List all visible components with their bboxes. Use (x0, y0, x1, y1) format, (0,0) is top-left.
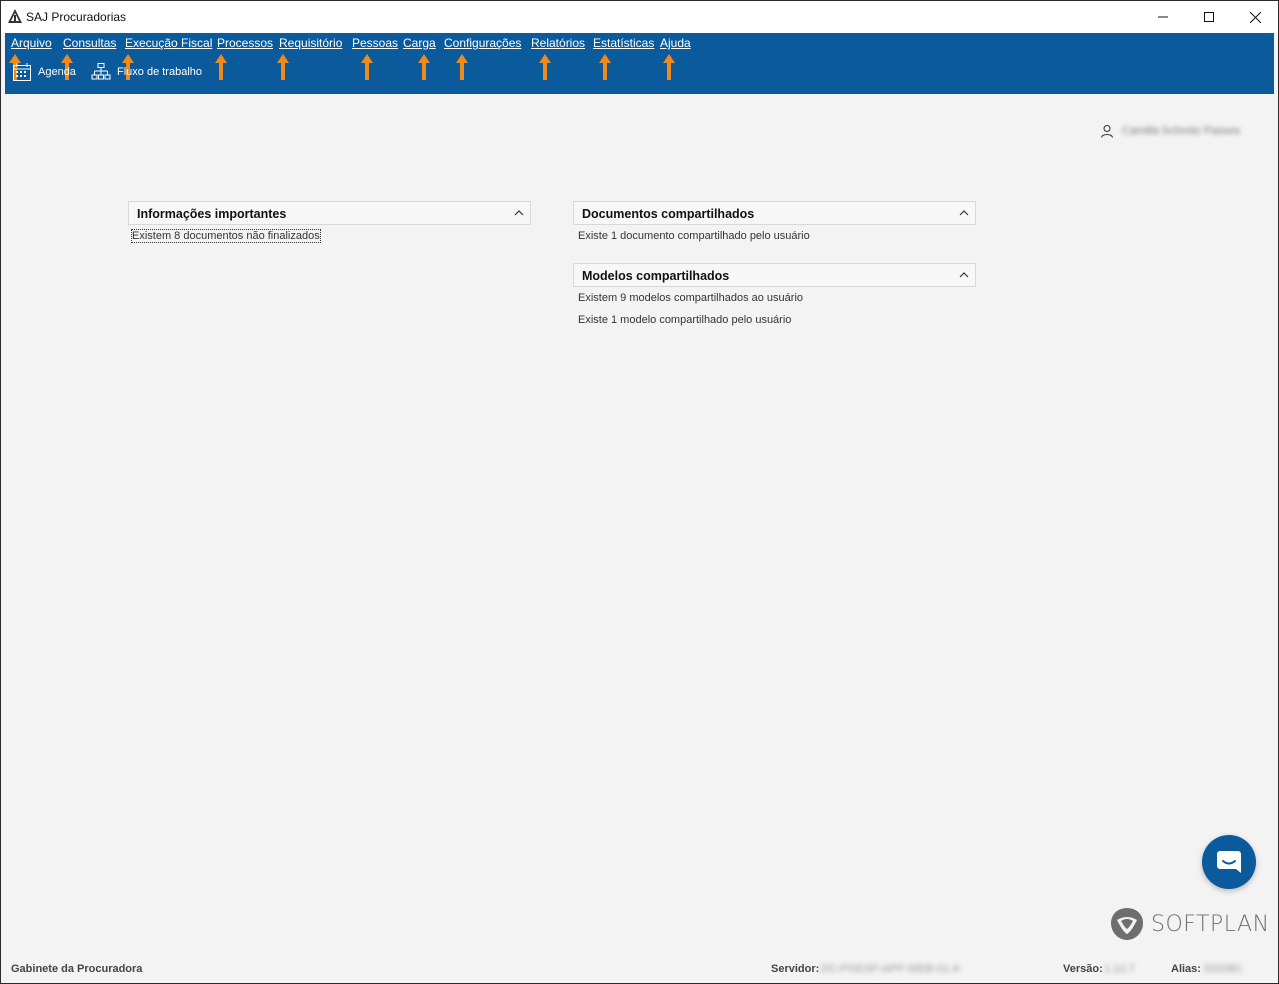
app-logo-icon (8, 9, 22, 23)
menu-pessoas[interactable]: Pessoas (352, 36, 398, 50)
office-name: Gabinete da Procuradora (11, 963, 143, 975)
menu-consultas[interactable]: Consultas (63, 36, 116, 50)
version-label: Versão: (1063, 963, 1103, 975)
shared-document-link[interactable]: Existe 1 documento compartilhado pelo us… (578, 230, 810, 242)
arrow-up-icon (277, 54, 289, 80)
shared-documents-panel: Documentos compartilhados Existe 1 docum… (573, 201, 976, 242)
workflow-button[interactable]: Fluxo de trabalho (91, 61, 202, 83)
shared-models-received-link[interactable]: Existem 9 modelos compartilhados ao usuá… (578, 292, 803, 304)
user-name: Camilla Schmitz Passos (1122, 125, 1240, 137)
close-button[interactable] (1232, 1, 1278, 33)
softplan-wordmark: SOFTPLAN (1151, 911, 1270, 937)
version-value: 1.12.7 (1104, 963, 1135, 975)
menu-carga[interactable]: Carga (403, 36, 436, 50)
menu-requisitorio[interactable]: Requisitório (279, 36, 342, 50)
softplan-logo: SOFTPLAN (1109, 906, 1270, 942)
title-bar: SAJ Procuradorias (1, 1, 1278, 33)
chat-icon (1217, 851, 1241, 873)
menu-ribbon: Arquivo Consultas Execução Fiscal Proces… (5, 33, 1274, 94)
shared-models-sent-link[interactable]: Existe 1 modelo compartilhado pelo usuár… (578, 314, 791, 326)
menu-arquivo[interactable]: Arquivo (11, 36, 52, 50)
menu-ajuda[interactable]: Ajuda (660, 36, 691, 50)
menu-execucao-fiscal[interactable]: Execução Fiscal (125, 36, 212, 50)
minimize-button[interactable] (1140, 1, 1186, 33)
chat-button[interactable] (1202, 835, 1256, 889)
maximize-button[interactable] (1186, 1, 1232, 33)
menu-estatisticas[interactable]: Estatísticas (593, 36, 654, 50)
shared-models-panel: Modelos compartilhados Existem 9 modelos… (573, 263, 976, 326)
unfinished-documents-link[interactable]: Existem 8 documentos não finalizados (131, 229, 321, 243)
close-icon (1249, 11, 1261, 23)
info-panel-title: Informações importantes (137, 207, 287, 221)
shared-models-title: Modelos compartilhados (582, 269, 730, 283)
info-panel-header[interactable]: Informações importantes (128, 201, 531, 225)
shared-documents-header[interactable]: Documentos compartilhados (573, 201, 976, 225)
arrow-up-icon (418, 54, 430, 80)
maximize-icon (1204, 12, 1214, 22)
shared-documents-title: Documentos compartilhados (582, 207, 755, 221)
server-label: Servidor: (771, 963, 820, 975)
chevron-up-icon[interactable] (959, 271, 969, 279)
shared-models-header[interactable]: Modelos compartilhados (573, 263, 976, 287)
calendar-icon (13, 63, 31, 81)
user-icon (1101, 125, 1113, 138)
arrow-up-icon (663, 54, 675, 80)
minimize-icon (1158, 16, 1168, 18)
agenda-button[interactable]: Agenda (12, 61, 76, 83)
arrow-up-icon (539, 54, 551, 80)
menu-relatorios[interactable]: Relatórios (531, 36, 585, 50)
softplan-logo-icon (1111, 908, 1143, 940)
menu-processos[interactable]: Processos (217, 36, 273, 50)
arrow-up-icon (361, 54, 373, 80)
alias-label: Alias: (1171, 963, 1201, 975)
workflow-icon (91, 63, 111, 80)
workflow-label: Fluxo de trabalho (117, 66, 202, 78)
arrow-up-icon (456, 54, 468, 80)
arrow-up-icon (599, 54, 611, 80)
alias-value: DDDBC (1204, 963, 1244, 975)
menu-configuracoes[interactable]: Configurações (444, 36, 521, 50)
window-title: SAJ Procuradorias (26, 10, 127, 24)
agenda-label: Agenda (38, 66, 76, 78)
status-bar: Gabinete da Procuradora Servidor: DC-PGE… (1, 959, 1278, 981)
user-info[interactable]: Camilla Schmitz Passos (1100, 124, 1240, 138)
info-panel: Informações importantes Existem 8 docume… (128, 201, 531, 243)
app-window: SAJ Procuradorias Arquivo Consultas Exec… (0, 0, 1279, 984)
chevron-up-icon[interactable] (959, 209, 969, 217)
chevron-up-icon[interactable] (514, 209, 524, 217)
server-value: DC-PGESP-APP-WEB-01-A (821, 963, 960, 975)
arrow-up-icon (215, 54, 227, 80)
